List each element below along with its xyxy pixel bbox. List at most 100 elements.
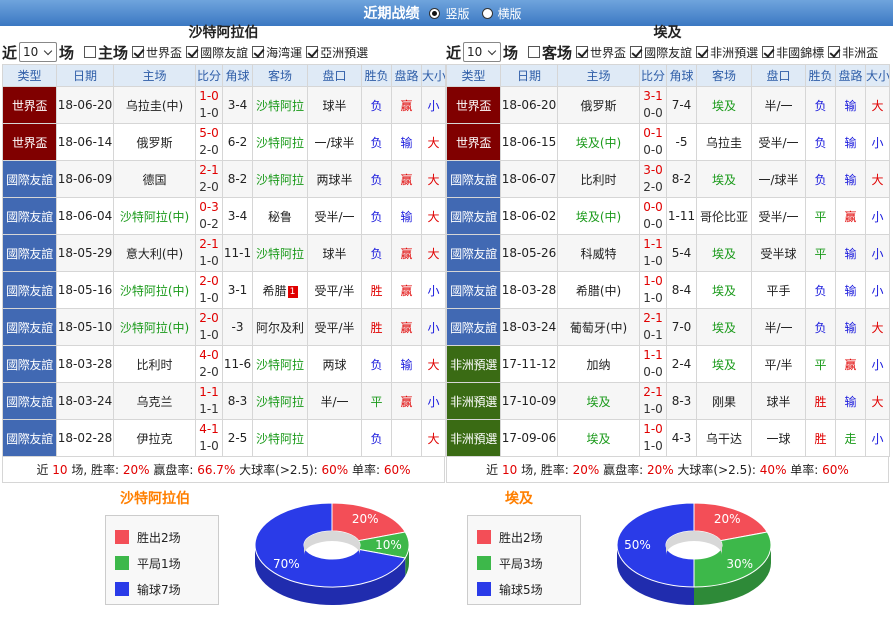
competition-filter-checkbox[interactable]: 非洲預選 — [696, 44, 758, 61]
score-cell[interactable]: 1-1 1-0 — [639, 234, 667, 272]
away-team[interactable]: 哥伦比亚 — [696, 197, 752, 235]
count-select[interactable]: 10 — [19, 42, 58, 62]
score-cell[interactable]: 4-1 1-0 — [195, 419, 223, 457]
away-team[interactable]: 乌拉圭 — [696, 123, 752, 161]
away-team[interactable]: 埃及 — [696, 86, 752, 124]
competition-filter-checkbox[interactable]: 海湾運 — [252, 44, 302, 61]
score-cell[interactable]: 0-3 0-2 — [195, 197, 223, 235]
column-header[interactable]: 大小 — [865, 64, 890, 87]
league-badge[interactable]: 國際友誼 — [446, 234, 501, 272]
score-cell[interactable]: 2-1 2-0 — [195, 160, 223, 198]
competition-filter-checkbox[interactable]: 世界盃 — [132, 44, 182, 61]
league-badge[interactable]: 國際友誼 — [446, 308, 501, 346]
column-header[interactable]: 胜负 — [361, 64, 392, 87]
home-team[interactable]: 加纳 — [557, 345, 640, 383]
away-team[interactable]: 希腊 1 — [252, 271, 308, 309]
home-team[interactable]: 比利时 — [113, 345, 196, 383]
competition-filter-checkbox[interactable]: 非洲盃 — [828, 44, 878, 61]
away-team[interactable]: 沙特阿拉 — [252, 86, 308, 124]
count-select[interactable]: 10 — [463, 42, 502, 62]
league-badge[interactable]: 國際友誼 — [2, 271, 57, 309]
home-team[interactable]: 埃及 — [557, 419, 640, 457]
column-header[interactable]: 比分 — [195, 64, 223, 87]
home-team[interactable]: 乌拉圭(中) — [113, 86, 196, 124]
column-header[interactable]: 客场 — [252, 64, 308, 87]
competition-filter-checkbox[interactable]: 非國錦標 — [762, 44, 824, 61]
score-cell[interactable]: 2-1 1-0 — [195, 234, 223, 272]
league-badge[interactable]: 世界盃 — [2, 86, 57, 124]
league-badge[interactable]: 國際友誼 — [2, 345, 57, 383]
score-cell[interactable]: 5-0 2-0 — [195, 123, 223, 161]
column-header[interactable]: 主场 — [113, 64, 196, 87]
score-cell[interactable]: 1-0 1-0 — [639, 419, 667, 457]
column-header[interactable]: 类型 — [2, 64, 57, 87]
competition-filter-checkbox[interactable]: 世界盃 — [576, 44, 626, 61]
home-team[interactable]: 乌克兰 — [113, 382, 196, 420]
away-team[interactable]: 沙特阿拉 — [252, 234, 308, 272]
column-header[interactable]: 角球 — [222, 64, 253, 87]
score-cell[interactable]: 2-0 1-0 — [195, 271, 223, 309]
away-team[interactable]: 埃及 — [696, 234, 752, 272]
league-badge[interactable]: 世界盃 — [446, 86, 501, 124]
score-cell[interactable]: 1-1 0-0 — [639, 345, 667, 383]
away-team[interactable]: 沙特阿拉 — [252, 382, 308, 420]
away-team[interactable]: 秘鲁 — [252, 197, 308, 235]
column-header[interactable]: 盘路 — [835, 64, 866, 87]
score-cell[interactable]: 1-1 1-1 — [195, 382, 223, 420]
home-team[interactable]: 沙特阿拉(中) — [113, 271, 196, 309]
home-filter-checkbox[interactable]: 客场 — [528, 42, 572, 63]
column-header[interactable]: 日期 — [500, 64, 558, 87]
competition-filter-checkbox[interactable]: 國際友誼 — [630, 44, 692, 61]
column-header[interactable]: 盘口 — [307, 64, 362, 87]
score-cell[interactable]: 2-0 1-0 — [195, 308, 223, 346]
home-team[interactable]: 俄罗斯 — [557, 86, 640, 124]
away-team[interactable]: 沙特阿拉 — [252, 345, 308, 383]
column-header[interactable]: 盘口 — [751, 64, 806, 87]
league-badge[interactable]: 國際友誼 — [2, 419, 57, 457]
score-cell[interactable]: 1-0 1-0 — [195, 86, 223, 124]
away-team[interactable]: 沙特阿拉 — [252, 123, 308, 161]
away-team[interactable]: 埃及 — [696, 308, 752, 346]
league-badge[interactable]: 世界盃 — [446, 123, 501, 161]
away-team[interactable]: 埃及 — [696, 271, 752, 309]
column-header[interactable]: 胜负 — [805, 64, 836, 87]
league-badge[interactable]: 國際友誼 — [2, 308, 57, 346]
radio-horizontal[interactable]: 横版 — [481, 5, 522, 22]
league-badge[interactable]: 國際友誼 — [446, 271, 501, 309]
league-badge[interactable]: 世界盃 — [2, 123, 57, 161]
away-team[interactable]: 乌干达 — [696, 419, 752, 457]
home-team[interactable]: 意大利(中) — [113, 234, 196, 272]
column-header[interactable]: 日期 — [56, 64, 114, 87]
league-badge[interactable]: 非洲預選 — [446, 382, 501, 420]
column-header[interactable]: 比分 — [639, 64, 667, 87]
score-cell[interactable]: 3-1 0-0 — [639, 86, 667, 124]
league-badge[interactable]: 非洲預選 — [446, 345, 501, 383]
league-badge[interactable]: 非洲預選 — [446, 419, 501, 457]
column-header[interactable]: 大小 — [421, 64, 446, 87]
home-team[interactable]: 科威特 — [557, 234, 640, 272]
home-team[interactable]: 希腊(中) — [557, 271, 640, 309]
league-badge[interactable]: 國際友誼 — [446, 160, 501, 198]
score-cell[interactable]: 2-1 0-1 — [639, 308, 667, 346]
home-team[interactable]: 沙特阿拉(中) — [113, 308, 196, 346]
column-header[interactable]: 客场 — [696, 64, 752, 87]
away-team[interactable]: 沙特阿拉 — [252, 419, 308, 457]
home-team[interactable]: 葡萄牙(中) — [557, 308, 640, 346]
home-filter-checkbox[interactable]: 主场 — [84, 42, 128, 63]
home-team[interactable]: 沙特阿拉(中) — [113, 197, 196, 235]
competition-filter-checkbox[interactable]: 國際友誼 — [186, 44, 248, 61]
column-header[interactable]: 主场 — [557, 64, 640, 87]
league-badge[interactable]: 國際友誼 — [446, 197, 501, 235]
away-team[interactable]: 刚果 — [696, 382, 752, 420]
away-team[interactable]: 埃及 — [696, 160, 752, 198]
competition-filter-checkbox[interactable]: 亞洲預選 — [306, 44, 368, 61]
column-header[interactable]: 盘路 — [391, 64, 422, 87]
score-cell[interactable]: 4-0 2-0 — [195, 345, 223, 383]
score-cell[interactable]: 3-0 2-0 — [639, 160, 667, 198]
league-badge[interactable]: 國際友誼 — [2, 197, 57, 235]
score-cell[interactable]: 0-0 0-0 — [639, 197, 667, 235]
home-team[interactable]: 埃及(中) — [557, 123, 640, 161]
score-cell[interactable]: 1-0 1-0 — [639, 271, 667, 309]
away-team[interactable]: 沙特阿拉 — [252, 160, 308, 198]
away-team[interactable]: 阿尔及利 — [252, 308, 308, 346]
